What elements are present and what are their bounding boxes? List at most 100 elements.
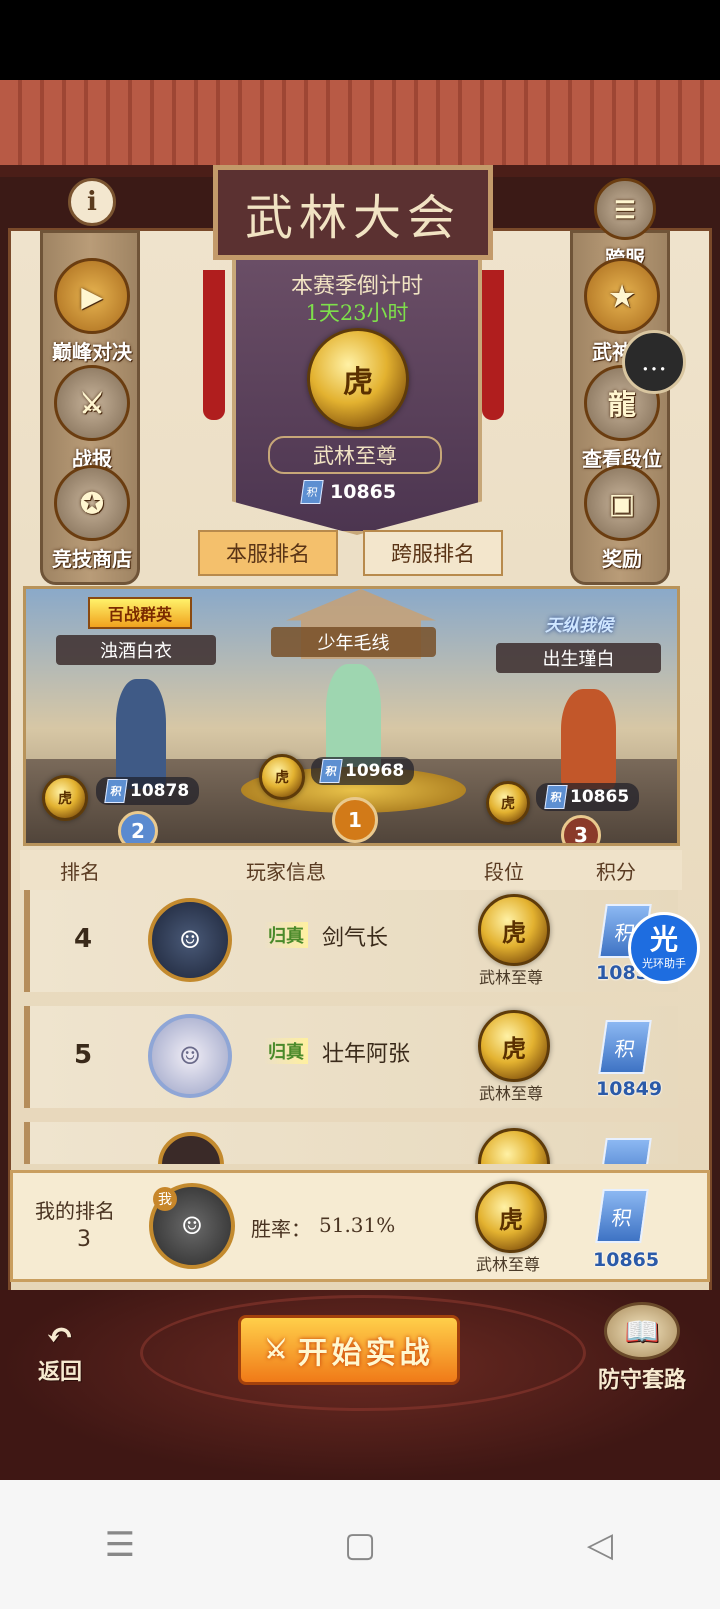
rank-badge-2: 2 [118, 811, 158, 843]
shrine-icon: ★ [584, 258, 660, 334]
score-icon [598, 1138, 652, 1164]
home-icon[interactable]: ▢ [320, 1525, 400, 1565]
podium-name-3: 出生瑾白 [496, 643, 661, 673]
page-title: 武林大会 [213, 165, 493, 260]
start-battle-button[interactable]: ⚔ 开始实战 [238, 1315, 460, 1385]
tab-local-rank[interactable]: 本服排名 [198, 530, 338, 576]
my-rank-value: 3 [77, 1227, 91, 1252]
header-tier: 段位 [484, 859, 524, 884]
countdown-value: 1天23小时 [305, 301, 409, 325]
book-icon: 📖 [604, 1302, 680, 1360]
helper-label: 光环助手 [642, 957, 686, 970]
avatar[interactable]: ☺ [148, 898, 232, 982]
chest-icon: ▣ [584, 465, 660, 541]
podium-figure-2[interactable] [116, 679, 166, 789]
helper-float-button[interactable]: 光 光环助手 [628, 912, 700, 984]
arena-shop-button[interactable]: ✪ 竞技商店 [42, 465, 142, 572]
back-label: 返回 [37, 1359, 82, 1385]
table-row[interactable]: 5 ☺ 归真 壮年阿张 虎 武林至尊 积 10849 [24, 1006, 678, 1108]
winrate-value: 51.31% [319, 1213, 396, 1237]
defense-label: 防守套路 [597, 1367, 686, 1393]
row-player-name: 剑气长 [322, 926, 389, 951]
podium-score-1: 积 10968 [311, 757, 415, 785]
row-level-tag: 归真 [264, 1038, 308, 1064]
chat-icon[interactable]: … [622, 330, 686, 394]
start-battle-label: 开始实战 [297, 1336, 434, 1371]
row-score: 10849 [596, 1078, 663, 1100]
rank-table-header: 排名 玩家信息 段位 积分 [20, 850, 682, 890]
crossed-swords-icon: ⚔ [264, 1335, 292, 1365]
score-icon: 积 [598, 1020, 652, 1074]
podium-name-1: 少年毛线 [271, 627, 436, 657]
my-tier: 武林至尊 [475, 1255, 540, 1274]
peak-duel-button[interactable]: ▶ 巅峰对决 [42, 258, 142, 365]
play-icon: ▶ [54, 258, 130, 334]
title-badge-3: 天纵我候 [545, 615, 613, 636]
peak-duel-label: 巅峰对决 [52, 340, 132, 364]
list-icon: ☰ [594, 178, 656, 240]
row-tier: 武林至尊 [478, 1084, 543, 1103]
helper-glyph-icon: 光 [649, 923, 678, 956]
tier-emblem-icon: 虎 [486, 781, 530, 825]
right-ribbon [482, 270, 504, 420]
left-ribbon [203, 270, 225, 420]
score-icon: 积 [544, 785, 568, 809]
row-rank: 5 [74, 1040, 93, 1070]
table-row[interactable] [24, 1122, 678, 1164]
header-rank: 排名 [60, 859, 100, 884]
battle-report-button[interactable]: ⚔ 战报 [42, 365, 142, 472]
tier-emblem-icon: 虎 [478, 1010, 550, 1082]
info-icon[interactable]: i [68, 178, 116, 226]
row-tier: 武林至尊 [478, 968, 543, 987]
tier-emblem-icon: 虎 [475, 1181, 547, 1253]
my-score: 10865 [593, 1249, 660, 1271]
score-icon: 积 [300, 480, 324, 504]
row-player-name: 壮年阿张 [322, 1042, 411, 1067]
score-icon: 积 [595, 1189, 649, 1243]
score-icon: 积 [319, 759, 343, 783]
season-score: 积 10865 [300, 480, 397, 504]
season-score-value: 10865 [330, 481, 397, 503]
tier-emblem-icon: 虎 [478, 894, 550, 966]
back-arrow-icon: ↶ [45, 1316, 75, 1356]
menu-icon[interactable]: ☰ [80, 1525, 160, 1565]
row-rank: 4 [74, 924, 93, 954]
tier-emblem-icon: 虎 [259, 754, 305, 800]
row-level-tag: 归真 [264, 922, 308, 948]
crossed-swords-icon: ⚔ [54, 365, 130, 441]
my-rank-label: 我的排名 [35, 1199, 115, 1223]
avatar[interactable]: ☺ [148, 1014, 232, 1098]
podium-score-3-value: 10865 [570, 787, 630, 807]
podium-figure-3[interactable] [561, 689, 616, 789]
header-player: 玩家信息 [246, 859, 326, 884]
podium-score-1-value: 10968 [345, 761, 405, 781]
back-button[interactable]: ↶ 返回 [20, 1318, 100, 1386]
tier-emblem-icon: 虎 [42, 775, 88, 821]
rewards-button[interactable]: ▣ 奖励 [572, 465, 672, 572]
arena-shop-label: 竞技商店 [52, 547, 132, 571]
tier-emblem-icon: 虎 [307, 328, 409, 430]
defense-button[interactable]: 📖 防守套路 [584, 1302, 700, 1394]
rewards-label: 奖励 [602, 547, 642, 571]
system-nav-bar: ☰ ▢ ◁ [0, 1480, 720, 1609]
header-score: 积分 [596, 859, 636, 884]
podium-score-2-value: 10878 [130, 781, 190, 801]
avatar[interactable] [158, 1132, 224, 1164]
back-icon[interactable]: ◁ [560, 1525, 640, 1565]
season-tier: 武林至尊 [268, 436, 442, 474]
countdown-label: 本赛季倒计时 [290, 274, 423, 299]
shop-icon: ✪ [54, 465, 130, 541]
podium: 百战群英 浊酒白衣 虎 积 10878 2 少年毛线 虎 积 10968 1 天… [23, 586, 680, 846]
tab-cross-rank[interactable]: 跨服排名 [363, 530, 503, 576]
my-rank-bar: 我的排名 3 ☺ 我 胜率： 51.31% 虎 武林至尊 积 10865 [10, 1170, 710, 1282]
score-icon: 积 [104, 779, 128, 803]
table-row[interactable]: 4 ☺ 归真 剑气长 虎 武林至尊 积 1085 [24, 890, 678, 992]
tier-emblem-icon [478, 1128, 550, 1164]
rank-badge-1: 1 [332, 797, 378, 843]
title-badge-2: 百战群英 [88, 597, 192, 629]
me-tag: 我 [153, 1187, 177, 1211]
winrate-label: 胜率： [251, 1217, 311, 1241]
podium-score-3: 积 10865 [536, 783, 640, 811]
podium-name-2: 浊酒白衣 [56, 635, 216, 665]
status-bar [0, 0, 720, 80]
